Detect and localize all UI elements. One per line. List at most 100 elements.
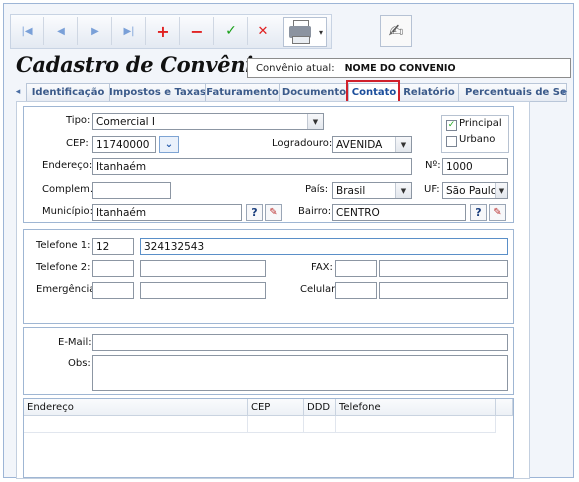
urbano-checkbox[interactable]: [446, 136, 457, 147]
column-header-ddd[interactable]: DDD: [304, 399, 336, 416]
telefone2-number-input[interactable]: [140, 260, 266, 277]
question-icon: ?: [475, 206, 482, 219]
celular-ddd-input[interactable]: [335, 282, 377, 299]
toolbar-separator: [213, 17, 214, 45]
previous-record-icon: ◀: [57, 25, 65, 37]
obs-textarea[interactable]: [92, 355, 508, 391]
fax-number-input[interactable]: [379, 260, 508, 277]
fax-ddd-input[interactable]: [335, 260, 377, 277]
print-menu-arrow-icon[interactable]: ▾: [319, 28, 323, 37]
complemento-label: Complem.:: [42, 184, 97, 195]
emergencia-number-input[interactable]: [140, 282, 266, 299]
uf-label: UF:: [424, 184, 440, 195]
tab-relatorio[interactable]: Relatório: [399, 83, 459, 102]
page-title: Cadastro de Convênios: [16, 52, 279, 77]
tab-faturamento[interactable]: Faturamento: [205, 83, 280, 102]
principal-label: Principal: [459, 118, 502, 129]
table-row[interactable]: [336, 416, 496, 433]
print-button[interactable]: ▾: [283, 17, 327, 47]
current-convenio-box: Convênio atual: NOME DO CONVENIO: [247, 58, 571, 78]
telefone2-ddd-input[interactable]: [92, 260, 134, 277]
cep-value: 11740000: [96, 139, 150, 151]
column-header-cep[interactable]: CEP: [248, 399, 304, 416]
tipo-label: Tipo:: [66, 115, 91, 126]
remove-button[interactable]: −: [183, 18, 211, 44]
table-row[interactable]: [304, 416, 336, 433]
principal-checkbox[interactable]: ✓: [446, 120, 457, 131]
edit-icon: ✎: [269, 207, 278, 218]
next-record-icon: ▶: [91, 25, 99, 37]
cep-search-button[interactable]: ⌄: [159, 136, 179, 153]
telefone1-ddd-input[interactable]: 12: [92, 238, 134, 255]
municipio-value: Itanhaém: [96, 207, 147, 219]
column-header-endereco[interactable]: Endereço: [24, 399, 248, 416]
logradouro-label: Logradouro:: [272, 138, 333, 149]
bairro-input[interactable]: CENTRO: [332, 204, 466, 221]
municipio-label: Município:: [42, 206, 93, 217]
numero-input[interactable]: 1000: [442, 158, 508, 175]
first-record-icon: |◀: [21, 25, 33, 37]
last-record-button[interactable]: ▶|: [115, 18, 143, 44]
table-row[interactable]: [24, 416, 248, 433]
tab-bar: ◂ Identificação Impostos e Taxas Faturam…: [12, 83, 571, 102]
edit-icon: ✎: [493, 207, 502, 218]
logradouro-value: AVENIDA: [336, 139, 383, 151]
municipio-search-button[interactable]: ?: [246, 204, 263, 221]
printer-tray: [292, 36, 310, 44]
first-record-button[interactable]: |◀: [13, 18, 41, 44]
pais-label: País:: [305, 184, 329, 195]
chevron-down-icon: ▼: [395, 183, 411, 198]
contato-content: Tipo: Comercial I ▼ ✓ Principal Urbano C…: [16, 101, 530, 479]
check-icon: ✓: [447, 120, 456, 130]
uf-select[interactable]: São Paulo ▼: [442, 182, 508, 199]
remove-icon: −: [190, 21, 204, 41]
previous-record-button[interactable]: ◀: [47, 18, 75, 44]
confirm-button[interactable]: ✓: [217, 18, 245, 44]
toolbar-separator: [145, 17, 146, 45]
last-record-icon: ▶|: [123, 25, 135, 37]
endereco-label: Endereço:: [42, 160, 93, 171]
bairro-search-button[interactable]: ?: [470, 204, 487, 221]
next-record-button[interactable]: ▶: [81, 18, 109, 44]
celular-label: Celular:: [300, 284, 339, 295]
tab-percentuais-servicos[interactable]: Percentuais de Serv: [458, 83, 567, 102]
endereco-input[interactable]: Itanhaém: [92, 158, 412, 175]
bairro-clear-button[interactable]: ✎: [489, 204, 506, 221]
chevron-down-icon: ▼: [395, 137, 411, 152]
telefone1-label: Telefone 1:: [36, 240, 91, 251]
telefone2-label: Telefone 2:: [36, 262, 91, 273]
emergencia-ddd-input[interactable]: [92, 282, 134, 299]
municipio-clear-button[interactable]: ✎: [265, 204, 282, 221]
urbano-label: Urbano: [459, 134, 496, 145]
column-header-telefone[interactable]: Telefone: [336, 399, 496, 416]
signature-button[interactable]: ✍: [380, 15, 412, 47]
cep-input[interactable]: 11740000: [92, 136, 156, 153]
toolbar-separator: [77, 17, 78, 45]
complemento-input[interactable]: [92, 182, 171, 199]
cancel-icon: ✕: [257, 23, 269, 39]
address-panel: Tipo: Comercial I ▼ ✓ Principal Urbano C…: [23, 106, 514, 223]
celular-number-input[interactable]: [379, 282, 508, 299]
add-button[interactable]: +: [149, 18, 177, 44]
toolbar-separator: [111, 17, 112, 45]
toolbar: |◀ ◀ ▶ ▶| + − ✓ ✕ ▾: [10, 14, 332, 49]
table-row[interactable]: [248, 416, 304, 433]
logradouro-select[interactable]: AVENIDA ▼: [332, 136, 412, 153]
tab-scroll-right-icon[interactable]: ▸: [559, 83, 571, 100]
chevron-down-icon: ▼: [495, 183, 507, 198]
tab-impostos-taxas[interactable]: Impostos e Taxas: [109, 83, 206, 102]
email-input[interactable]: [92, 334, 508, 351]
tipo-value: Comercial I: [96, 116, 156, 128]
question-icon: ?: [251, 206, 258, 219]
municipio-input[interactable]: Itanhaém: [92, 204, 242, 221]
telefone1-number-value: 324132543: [144, 241, 205, 253]
email-obs-panel: E-Mail: Obs:: [23, 327, 514, 395]
tab-documento[interactable]: Documento: [279, 83, 349, 102]
cancel-button[interactable]: ✕: [249, 18, 277, 44]
toolbar-separator: [179, 17, 180, 45]
tab-scroll-left-icon[interactable]: ◂: [12, 83, 24, 100]
tab-identificacao[interactable]: Identificação: [26, 83, 110, 102]
pais-select[interactable]: Brasil ▼: [332, 182, 412, 199]
telefone1-number-input[interactable]: 324132543: [140, 238, 508, 255]
tipo-select[interactable]: Comercial I ▼: [92, 113, 324, 130]
